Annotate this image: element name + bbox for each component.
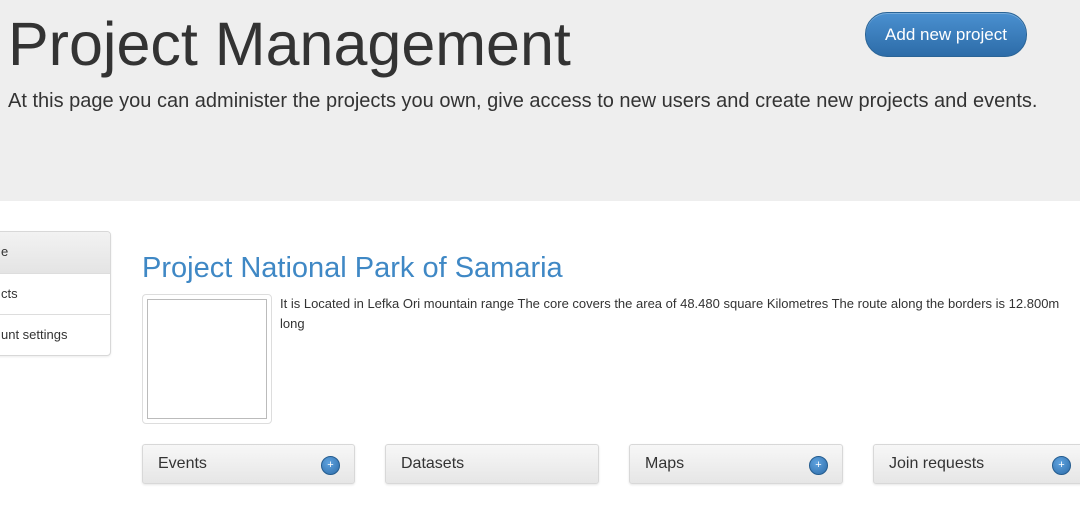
sidebar-item-account-settings[interactable]: unt settings — [0, 314, 110, 355]
project-thumbnail — [142, 294, 272, 424]
sidebar-item-label: cts — [1, 286, 18, 301]
page-header: Project Management At this page you can … — [0, 0, 1080, 201]
page-title: Project Management — [8, 10, 571, 78]
add-event-plus-icon[interactable]: + — [321, 456, 340, 475]
project-thumbnail-image — [147, 299, 267, 419]
sidebar-item-label: e — [1, 244, 9, 259]
panel-label: Datasets — [401, 455, 465, 472]
add-map-plus-icon[interactable]: + — [809, 456, 828, 475]
project-description: It is Located in Lefka Ori mountain rang… — [280, 296, 1060, 331]
project-title[interactable]: Project National Park of Samaria — [142, 250, 563, 286]
panel-label: Maps — [645, 455, 685, 472]
sidebar-item-home[interactable]: e — [0, 232, 110, 273]
events-panel[interactable]: Events + — [142, 444, 355, 484]
add-new-project-button[interactable]: Add new project — [865, 12, 1027, 57]
join-requests-panel[interactable]: Join requests + — [873, 444, 1080, 484]
sidebar-item-label: unt settings — [1, 327, 68, 342]
page-description: At this page you can administer the proj… — [8, 90, 1038, 112]
sidebar-nav: e cts unt settings — [0, 231, 111, 356]
page: Project Management At this page you can … — [0, 0, 1080, 509]
sidebar-item-projects[interactable]: cts — [0, 273, 110, 314]
datasets-panel[interactable]: Datasets — [385, 444, 599, 484]
add-join-request-plus-icon[interactable]: + — [1052, 456, 1071, 475]
panel-label: Events — [158, 455, 207, 472]
panel-label: Join requests — [889, 455, 985, 472]
maps-panel[interactable]: Maps + — [629, 444, 843, 484]
